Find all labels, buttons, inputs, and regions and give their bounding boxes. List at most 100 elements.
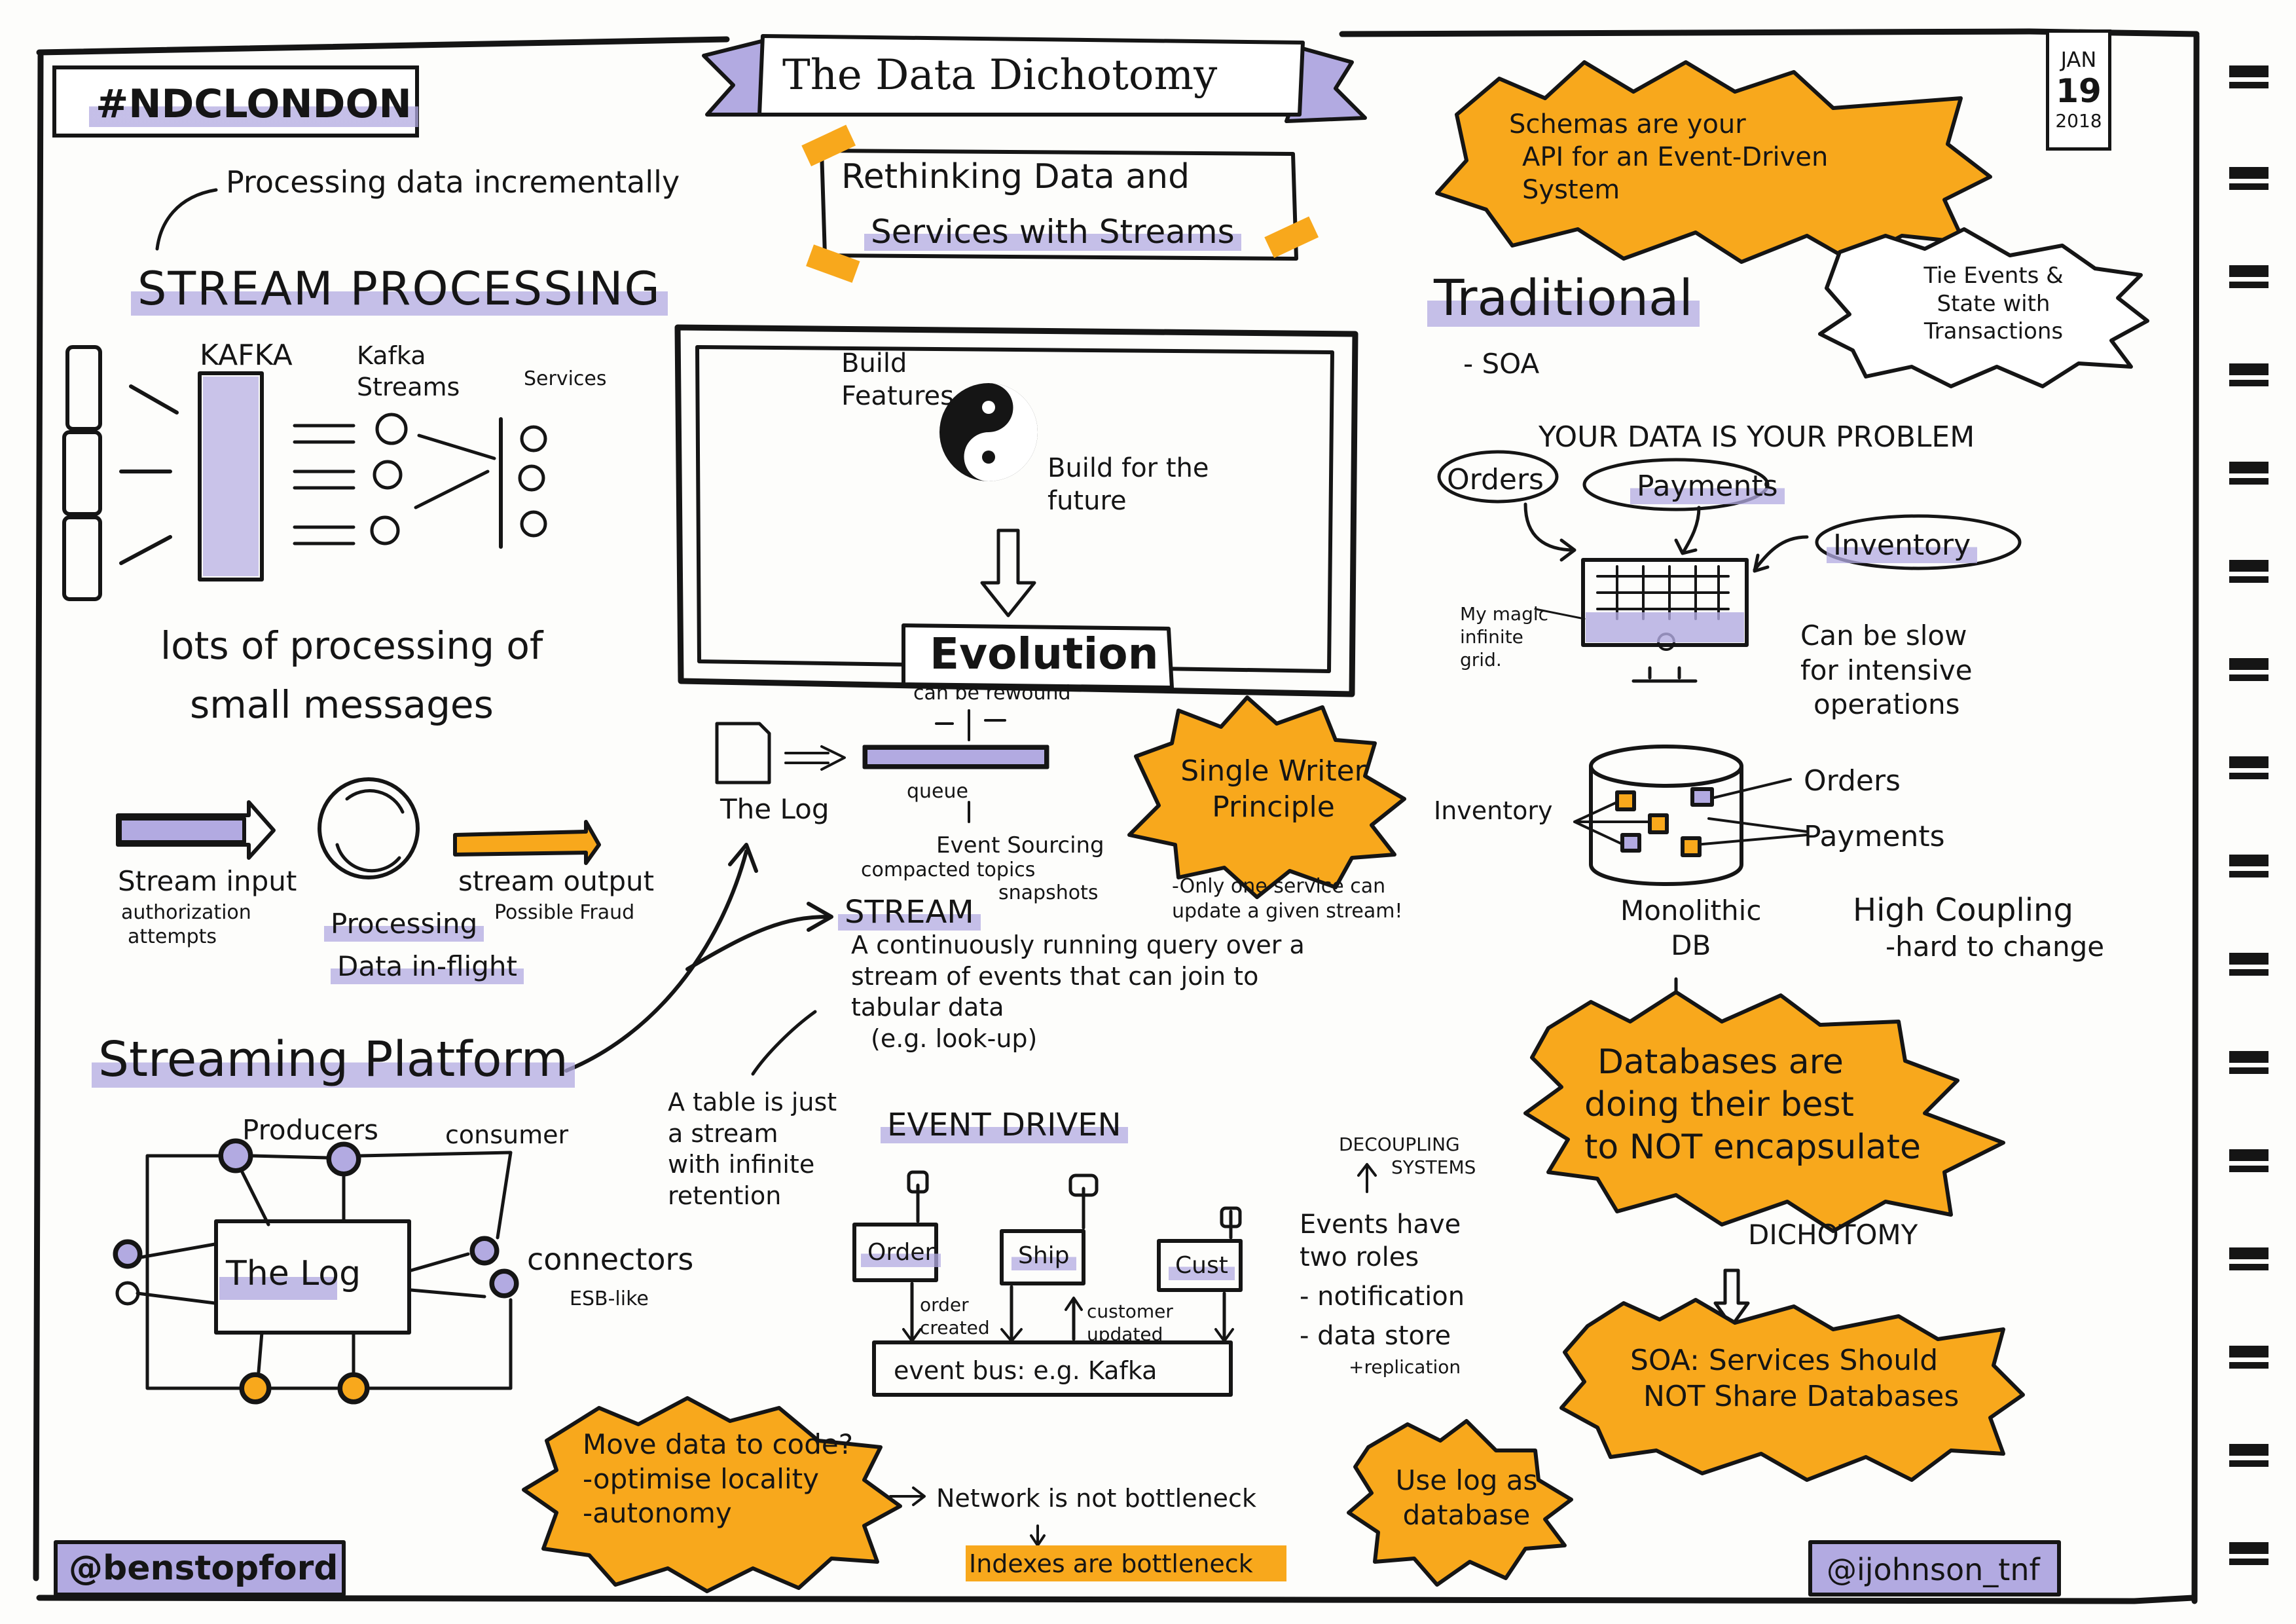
snapshots-label: snapshots — [998, 881, 1099, 904]
network-label: Network is not bottleneck — [936, 1484, 1256, 1513]
tie-events-line1: Tie Events & — [1923, 263, 2064, 289]
monolith-inventory: Inventory — [1434, 796, 1553, 825]
table-note-line2: a stream — [668, 1118, 778, 1148]
streaming-platform-heading: Streaming Platform — [92, 1031, 575, 1088]
bubble-inventory: Inventory — [1827, 527, 1978, 563]
event-bus-label: event bus: e.g. Kafka — [894, 1356, 1157, 1385]
events-roles: Events have two roles - notification - d… — [1300, 1208, 1465, 1352]
dichotomy-label: DICHOTOMY — [1748, 1219, 1918, 1251]
tie-events-text: Tie Events & State with Transactions — [1872, 262, 2115, 346]
magic-grid-line3: grid. — [1460, 649, 1502, 671]
schemas-line1: Schemas are your — [1509, 109, 1746, 139]
order-created-label: order created — [920, 1294, 990, 1338]
build-future-label: Build for the future — [1048, 453, 1209, 516]
databases-line3: to NOT encapsulate — [1584, 1128, 1922, 1167]
stream-def-line4: (e.g. look-up) — [871, 1024, 1038, 1053]
single-writer-line1: Single Writer — [1180, 754, 1366, 788]
customer-updated-label: customer updated — [1087, 1301, 1173, 1345]
decoupling-label: DECOUPLING SYSTEMS — [1339, 1133, 1476, 1179]
date-day: 19 — [2056, 72, 2102, 110]
move-data-burst-text: Move data to code? -optimise locality -a… — [583, 1428, 871, 1531]
slow-note: Can be slow for intensive operations — [1800, 619, 1973, 722]
monolith-orders: Orders — [1804, 764, 1901, 798]
monolith-payments: Payments — [1804, 820, 1945, 853]
indexes-label: Indexes are bottleneck — [969, 1549, 1253, 1578]
date-year: 2018 — [2055, 110, 2102, 132]
databases-burst-text: Databases are doing their best to NOT en… — [1584, 1041, 1977, 1169]
incremental-note: Processing data incrementally — [226, 164, 680, 200]
coupling-note: High Coupling -hard to change — [1853, 891, 2104, 965]
stream-def-line1: A continuously running query over a — [851, 931, 1305, 959]
kafka-streams-label: Kafka Streams — [357, 341, 460, 401]
soa-line2: NOT Share Databases — [1643, 1380, 1959, 1413]
tie-events-line3: Transactions — [1923, 318, 2064, 344]
processing-caption-line1: lots of processing of — [160, 623, 543, 668]
stream-input-sub1: authorization — [121, 901, 251, 924]
stream-input-sub2: attempts — [128, 925, 217, 948]
subtitle-line1: Rethinking Data and — [841, 157, 1190, 196]
traditional-heading: Traditional — [1427, 268, 1700, 327]
move-data-line1: Move data to code? — [583, 1428, 854, 1460]
table-note-line3: with infinite — [668, 1150, 815, 1179]
evolution-label: Evolution — [930, 629, 1159, 679]
page-title: The Data Dichotomy — [782, 51, 1218, 100]
soa-line1: SOA: Services Should — [1630, 1344, 1939, 1377]
service-cust: Cust — [1169, 1251, 1235, 1280]
subtitle-line2: Services with Streams — [864, 213, 1241, 251]
handle-left[interactable]: @benstopford — [69, 1549, 338, 1588]
slow-line1: Can be slow — [1800, 619, 1967, 652]
coupling-line2: -hard to change — [1886, 931, 2105, 963]
date-month: JAN — [2060, 47, 2097, 72]
producers-label: Producers — [242, 1114, 378, 1146]
use-log-line2: database — [1402, 1498, 1531, 1531]
role-notification: - notification — [1300, 1282, 1465, 1312]
build-features-label: Build Features — [841, 348, 954, 411]
handle-right[interactable]: @ijohnson_tnf — [1827, 1552, 2040, 1587]
event-driven-heading: EVENT DRIVEN — [881, 1107, 1128, 1143]
table-note: A table is just a stream with infinite r… — [668, 1087, 877, 1211]
bubble-orders: Orders — [1447, 463, 1544, 496]
stream-heading: STREAM — [838, 894, 981, 931]
monolith-db-line1: Monolithic — [1620, 895, 1762, 927]
queue-label: queue — [907, 780, 968, 803]
stream-processing-heading: STREAM PROCESSING — [131, 262, 668, 316]
single-writer-line2: Principle — [1212, 790, 1335, 824]
stream-output-label: stream output — [458, 865, 655, 897]
magic-grid-line1: My magic — [1460, 603, 1549, 625]
processing-label-2: Data in-flight — [331, 950, 524, 984]
coupling-line1: High Coupling — [1853, 892, 2073, 929]
compacted-label: compacted topics — [861, 858, 1036, 881]
slow-line2: for intensive — [1800, 654, 1973, 686]
magic-grid-line2: infinite — [1460, 626, 1523, 648]
date-box: JAN 19 2018 — [2046, 29, 2111, 151]
rewound-label: can be rewound — [913, 682, 1071, 705]
decoupling-line1: DECOUPLING — [1339, 1134, 1460, 1155]
processing-caption-line2: small messages — [190, 682, 494, 727]
bubble-payments: Payments — [1630, 468, 1785, 504]
use-log-burst-text: Use log as database — [1381, 1464, 1552, 1532]
consumer-label: consumer — [445, 1120, 569, 1149]
single-writer-note: -Only one service can update a given str… — [1172, 874, 1447, 923]
service-ship: Ship — [1011, 1241, 1076, 1270]
decoupling-line2: SYSTEMS — [1391, 1156, 1476, 1178]
single-writer-burst-text: Single Writer Principle — [1175, 753, 1372, 825]
slow-line3: operations — [1813, 688, 1960, 720]
single-writer-note-line2: update a given stream! — [1172, 899, 1403, 923]
move-data-line2: -optimise locality — [583, 1462, 819, 1495]
single-writer-note-line1: -Only one service can — [1172, 875, 1386, 898]
events-roles-line2: two roles — [1300, 1242, 1419, 1272]
magic-grid-note: My magic infinite grid. — [1460, 602, 1548, 671]
the-log-label: The Log — [720, 793, 829, 825]
schemas-burst-text: Schemas are your API for an Event-Driven… — [1496, 108, 1889, 206]
processing-label: Processing — [324, 907, 484, 942]
monolith-db-label: Monolithic DB — [1620, 894, 1761, 963]
soa-burst-text: SOA: Services Should NOT Share Databases — [1630, 1342, 1997, 1414]
connectors-label: connectors — [527, 1242, 694, 1277]
stream-def-line2: stream of events that can join to — [851, 961, 1259, 991]
esb-label: ESB-like — [570, 1287, 649, 1310]
log-label: The Log — [226, 1254, 361, 1293]
event-sourcing-label: Event Sourcing — [936, 832, 1104, 858]
databases-line2: doing their best — [1584, 1085, 1854, 1124]
stream-definition: A continuously running query over a stre… — [851, 930, 1375, 1054]
events-roles-line1: Events have — [1300, 1209, 1461, 1240]
